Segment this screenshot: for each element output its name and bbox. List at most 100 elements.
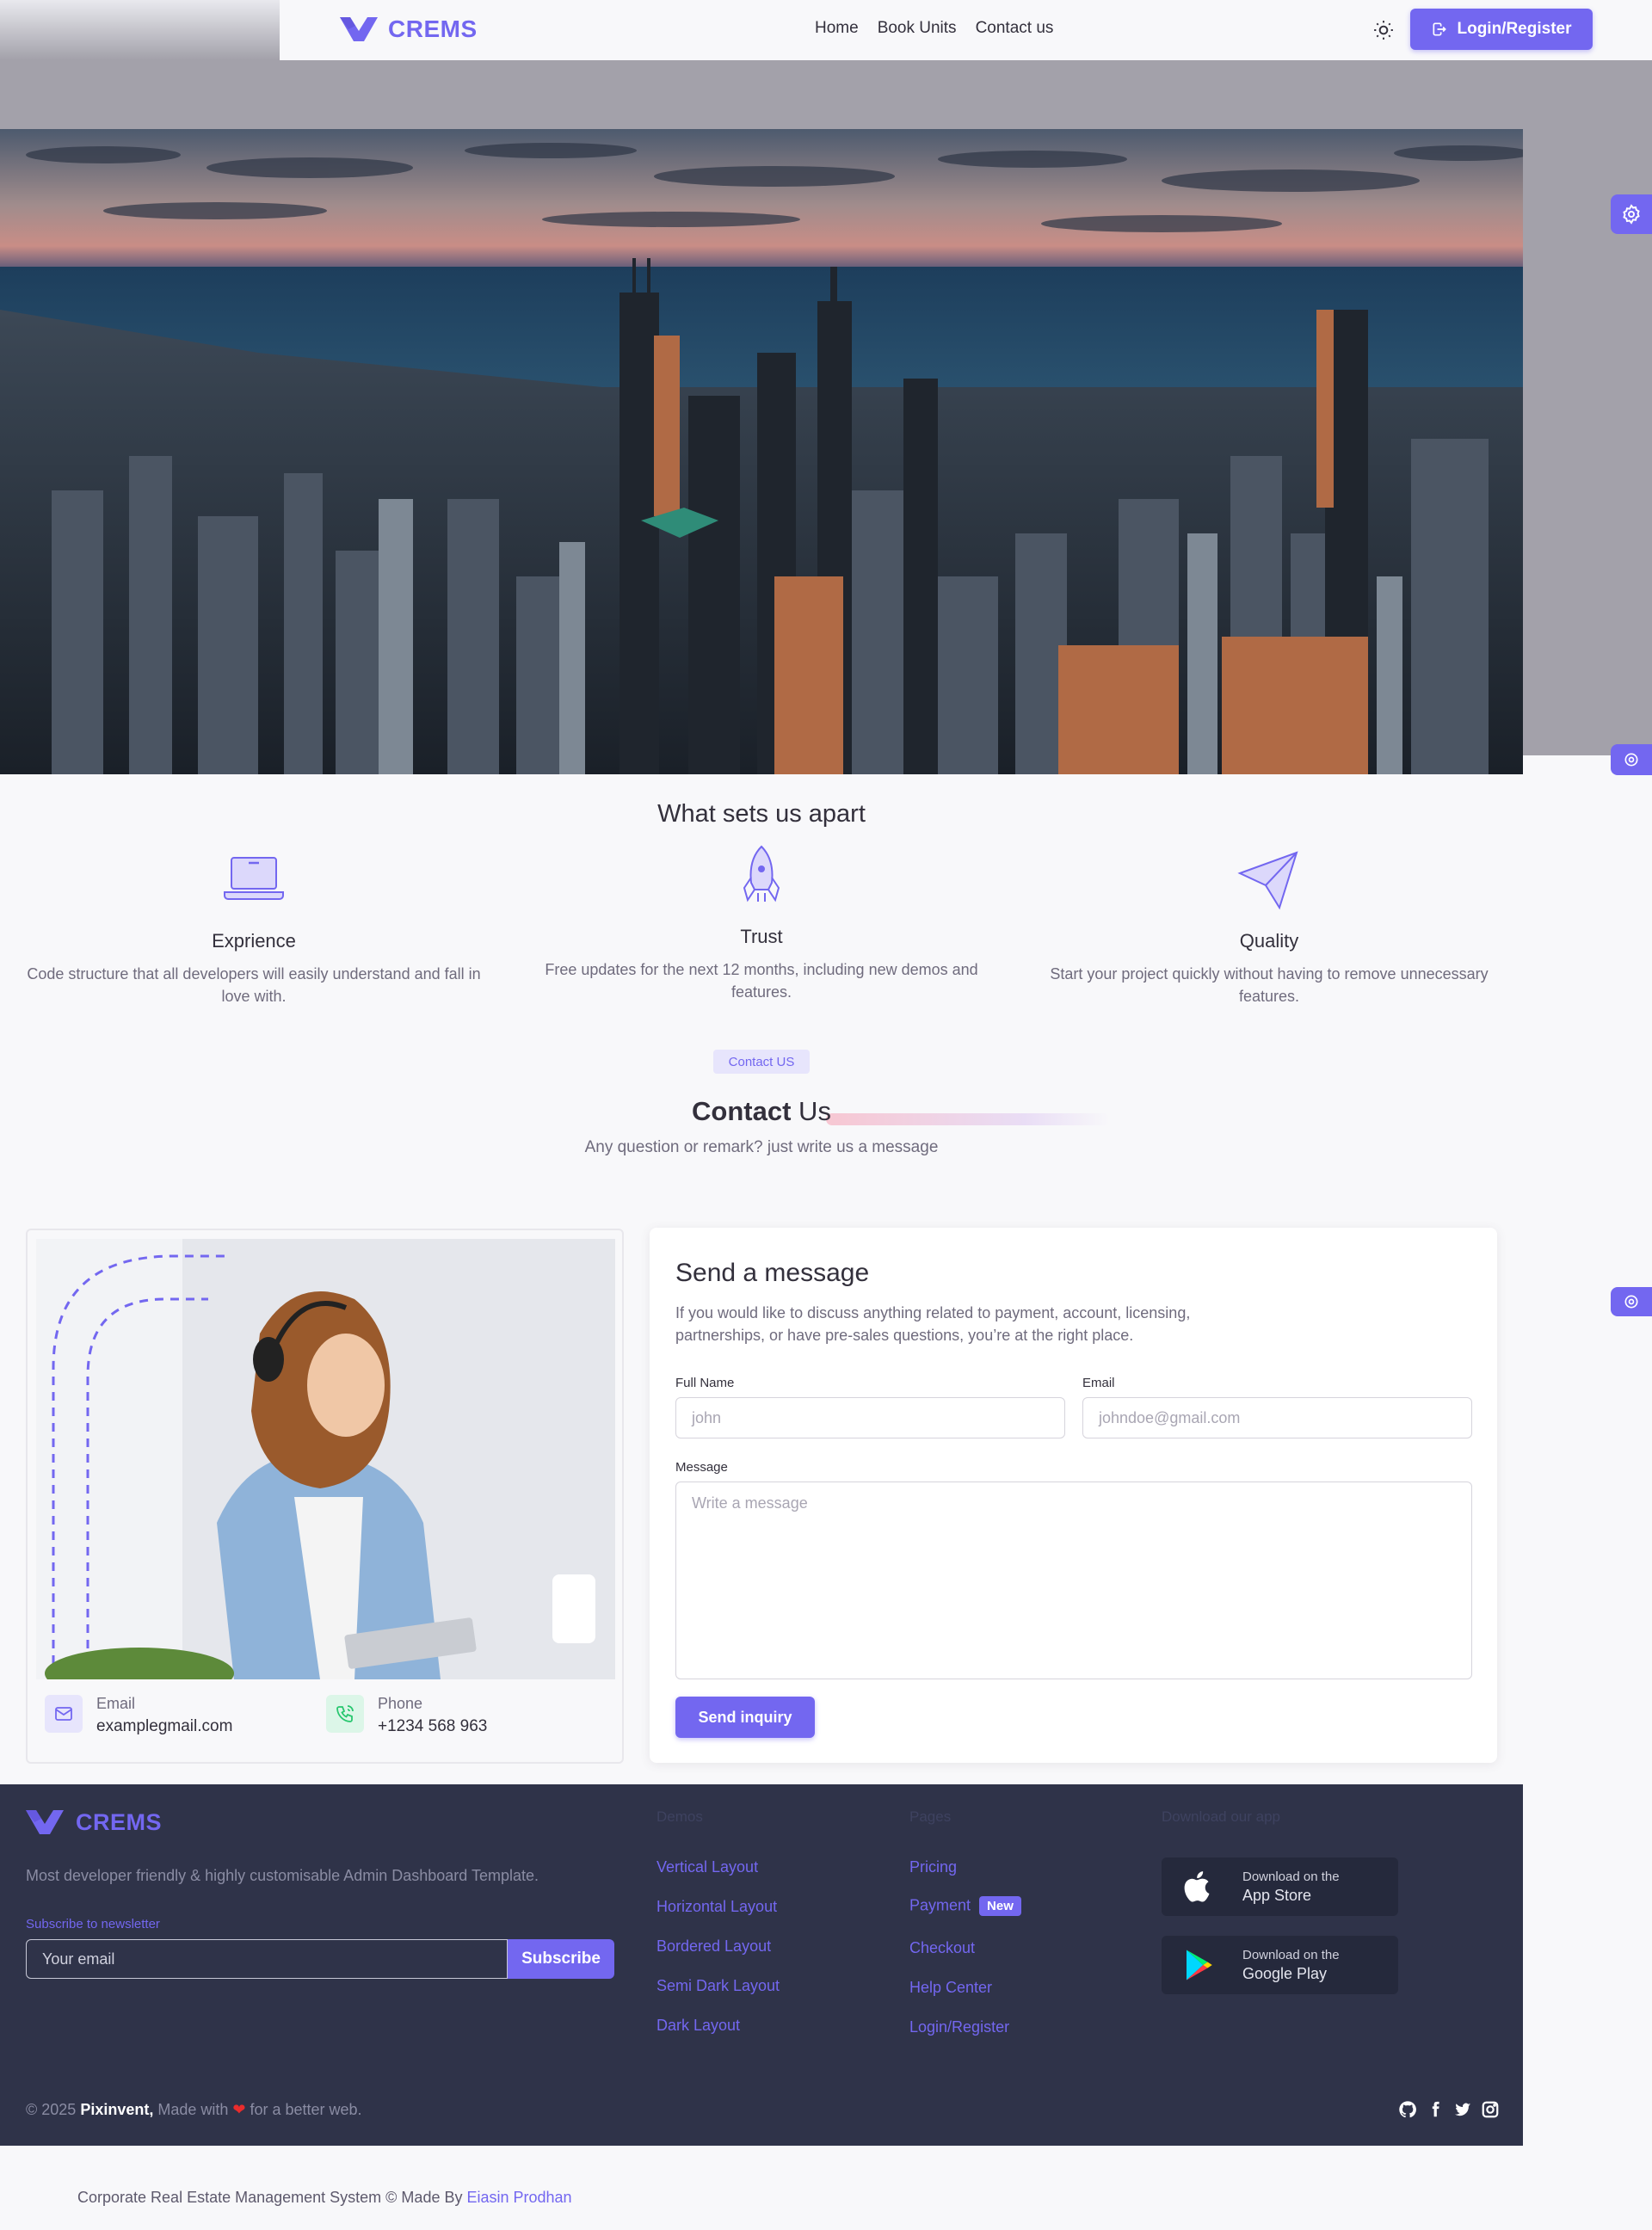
footer-brand[interactable]: CREMS (26, 1808, 162, 1836)
form-description: If you would like to discuss anything re… (675, 1304, 1191, 1344)
heart-icon: ❤ (232, 2101, 246, 2118)
feature-description: Start your project quickly without havin… (1050, 965, 1489, 1005)
form-title: Send a message (675, 1259, 870, 1287)
login-icon (1433, 22, 1447, 36)
copyright-suffix: for a better web. (245, 2101, 362, 2118)
copyright-company[interactable]: Pixinvent, (80, 2101, 153, 2118)
newsletter-label: Subscribe to newsletter (26, 1917, 160, 1931)
feature-title: Quality (1239, 930, 1299, 952)
subscribe-button[interactable]: Subscribe (508, 1939, 614, 1979)
page-footer-text: Corporate Real Estate Management System … (77, 2189, 467, 2206)
facebook-icon[interactable] (1426, 2100, 1445, 2119)
rocket-icon (743, 845, 780, 902)
full-name-label: Full Name (675, 1376, 735, 1390)
brand-name: CREMS (388, 15, 478, 42)
feature-title: Exprience (212, 930, 296, 952)
login-register-button[interactable]: Login/Register (1410, 9, 1593, 50)
laptop-icon (224, 857, 284, 900)
feature-description: Code structure that all developers will … (27, 965, 481, 1005)
email-field-label: Email (1082, 1376, 1115, 1390)
send-inquiry-button[interactable]: Send inquiry (675, 1697, 815, 1738)
copyright-prefix: © 2025 (26, 2101, 81, 2118)
page-link-payment[interactable]: Payment New (909, 1896, 1021, 1916)
email-label: Email (96, 1695, 136, 1712)
demo-link-semi-dark[interactable]: Semi Dark Layout (656, 1977, 780, 1995)
google-play-button[interactable]: Download on the Google Play (1162, 1936, 1398, 1994)
feature-card-trust: Trust Free updates for the next 12 month… (521, 843, 1002, 1003)
github-icon[interactable] (1398, 2100, 1417, 2119)
gear-icon (1623, 204, 1640, 225)
page-link-checkout[interactable]: Checkout (909, 1939, 975, 1957)
google-play-icon (1187, 1950, 1212, 1981)
contact-title-rest: Us (791, 1096, 831, 1126)
customizer-toggle-3[interactable] (1611, 1287, 1652, 1316)
customizer-toggle[interactable] (1611, 194, 1652, 234)
page-link-payment-label: Payment (909, 1896, 971, 1914)
nav-link-contact[interactable]: Contact us (976, 19, 1054, 38)
email-input[interactable]: johndoe@gmail.com (1082, 1397, 1472, 1438)
mail-icon (45, 1695, 83, 1733)
footer: CREMS Most developer friendly & highly c… (0, 1784, 1523, 2146)
demos-title: Demos (656, 1808, 703, 1825)
paper-plane-icon (1237, 851, 1298, 910)
features-title: What sets us apart (657, 800, 866, 828)
contact-title: Contact Us (0, 1096, 1523, 1127)
social-links (1398, 2100, 1500, 2119)
contact-phone-item: Phone +1234 568 963 (326, 1695, 487, 1736)
message-label: Message (675, 1460, 728, 1475)
contact-subtitle: Any question or remark? just write us a … (584, 1138, 939, 1156)
brand-logo-icon (340, 17, 378, 41)
google-play-big: Google Play (1242, 1964, 1328, 1982)
login-register-label: Login/Register (1457, 20, 1572, 38)
contact-photo-card: Email examplegmail.com Phone +1234 568 9… (26, 1229, 624, 1764)
demo-link-bordered[interactable]: Bordered Layout (656, 1937, 771, 1956)
google-play-text: Download on the Google Play (1242, 1948, 1340, 1983)
contact-badge: Contact US (713, 1050, 810, 1074)
instagram-icon[interactable] (1481, 2100, 1500, 2119)
app-store-big: App Store (1242, 1886, 1312, 1904)
brand-logo-icon (26, 1810, 64, 1834)
email-value[interactable]: examplegmail.com (96, 1717, 232, 1736)
demo-link-horizontal[interactable]: Horizontal Layout (656, 1898, 777, 1916)
nav-link-home[interactable]: Home (815, 19, 859, 38)
top-left-overlay (0, 0, 280, 60)
author-link[interactable]: Eiasin Prodhan (466, 2189, 571, 2206)
demo-link-vertical[interactable]: Vertical Layout (656, 1858, 758, 1876)
sun-icon[interactable] (1372, 19, 1395, 41)
customizer-toggle-2[interactable] (1611, 744, 1652, 775)
demo-link-dark[interactable]: Dark Layout (656, 2017, 740, 2035)
app-store-text: Download on the App Store (1242, 1870, 1340, 1905)
navbar: CREMS Home Book Units Contact us Login/R… (280, 0, 1652, 60)
copyright-made: Made with (153, 2101, 233, 2118)
pages-title: Pages (909, 1808, 952, 1825)
phone-call-icon (326, 1695, 364, 1733)
brand[interactable]: CREMS (340, 15, 478, 43)
nav-link-book-units[interactable]: Book Units (878, 19, 957, 38)
download-app-title: Download our app (1162, 1808, 1280, 1825)
google-play-small: Download on the (1242, 1947, 1340, 1962)
apple-icon (1184, 1871, 1210, 1902)
contact-title-bold: Contact (692, 1096, 792, 1126)
hero-image (0, 129, 1523, 774)
message-textarea[interactable]: Write a message (675, 1482, 1472, 1679)
gear-icon (1624, 1295, 1638, 1309)
page-footer: Corporate Real Estate Management System … (77, 2189, 572, 2207)
phone-value[interactable]: +1234 568 963 (378, 1717, 487, 1736)
contact-form-card: Send a message If you would like to disc… (650, 1228, 1497, 1763)
feature-title: Trust (740, 926, 783, 947)
footer-tagline: Most developer friendly & highly customi… (26, 1867, 539, 1884)
support-agent-photo (36, 1239, 615, 1679)
feature-card-quality: Quality Start your project quickly witho… (1028, 847, 1510, 1007)
full-name-input[interactable]: john (675, 1397, 1065, 1438)
nav-links: Home Book Units Contact us (815, 19, 1053, 38)
page-link-login-register[interactable]: Login/Register (909, 2018, 1009, 2036)
new-badge: New (979, 1896, 1021, 1916)
footer-brand-name: CREMS (76, 1808, 163, 1835)
feature-description: Free updates for the next 12 months, inc… (545, 961, 978, 1001)
page-link-help-center[interactable]: Help Center (909, 1979, 992, 1997)
app-store-button[interactable]: Download on the App Store (1162, 1857, 1398, 1916)
twitter-icon[interactable] (1453, 2100, 1472, 2119)
page-link-pricing[interactable]: Pricing (909, 1858, 957, 1876)
feature-card-experience: Exprience Code structure that all develo… (13, 847, 495, 1007)
newsletter-email-input[interactable]: Your email (26, 1939, 508, 1979)
